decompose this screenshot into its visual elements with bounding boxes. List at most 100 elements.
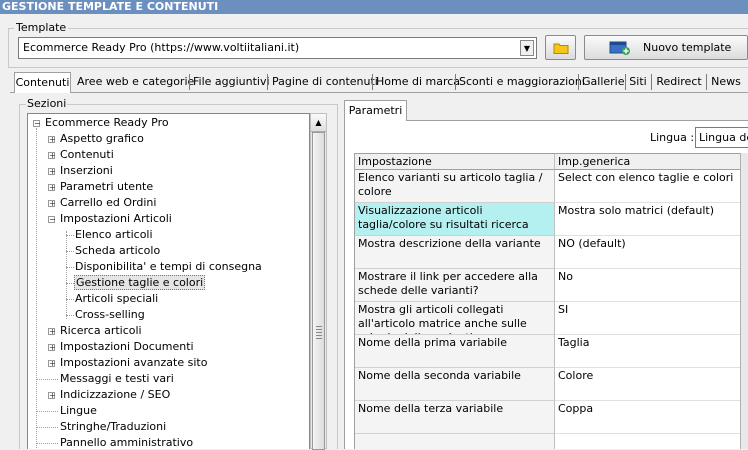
- tab-pagine-contenuti[interactable]: Pagine di contenuti: [272, 72, 378, 92]
- grip-line: [316, 338, 322, 339]
- setting-value[interactable]: Coppa: [555, 401, 748, 434]
- tree-item[interactable]: Impostazioni Documenti: [60, 339, 194, 355]
- folder-icon: [553, 43, 568, 54]
- tree-item[interactable]: Stringhe/Traduzioni: [60, 419, 166, 435]
- tree-line: [66, 235, 74, 236]
- expand-icon[interactable]: +: [48, 184, 56, 192]
- setting-value[interactable]: Colore: [555, 368, 748, 401]
- tab-label: Gallerie: [582, 75, 625, 88]
- tab-news[interactable]: News: [710, 72, 742, 92]
- tab-separator: [625, 74, 626, 90]
- tree-scrollbar[interactable]: ▲: [310, 113, 327, 450]
- tree-item[interactable]: Indicizzazione / SEO: [60, 387, 170, 403]
- tree-item[interactable]: Aspetto grafico: [60, 131, 144, 147]
- tab-label: Siti: [629, 75, 647, 88]
- setting-name[interactable]: Nome della prima variabile: [355, 335, 555, 368]
- expand-icon[interactable]: +: [48, 344, 56, 352]
- tab-parametri[interactable]: Parametri: [344, 100, 407, 121]
- expand-icon[interactable]: +: [48, 168, 56, 176]
- tree-line: [36, 128, 37, 449]
- collapse-icon[interactable]: −: [33, 120, 41, 128]
- tab-contenuti[interactable]: Contenuti: [14, 72, 71, 93]
- tree-item[interactable]: Carrello ed Ordini: [60, 195, 156, 211]
- tab-label: Contenuti: [15, 76, 70, 89]
- scroll-up-icon[interactable]: ▲: [311, 114, 326, 132]
- setting-name[interactable]: Mostra gli articoli collegati all'artico…: [355, 302, 555, 335]
- collapse-icon[interactable]: −: [48, 216, 56, 224]
- tab-home-di-marca[interactable]: Home di marca: [376, 72, 460, 92]
- empty-row: [355, 434, 555, 449]
- expand-icon[interactable]: +: [48, 136, 56, 144]
- tree-item[interactable]: Elenco articoli: [75, 227, 153, 243]
- expand-icon[interactable]: +: [48, 328, 56, 336]
- template-select-value: Ecommerce Ready Pro (https://www.voltiit…: [23, 41, 300, 54]
- tab-label: Sconti e maggiorazioni: [459, 75, 585, 88]
- tree-item[interactable]: Lingue: [60, 403, 97, 419]
- tab-gallerie[interactable]: Gallerie: [582, 72, 625, 92]
- tree-item[interactable]: Inserzioni: [60, 163, 113, 179]
- tree-item[interactable]: Scheda articolo: [75, 243, 160, 259]
- column-header[interactable]: Imp.generica: [555, 154, 748, 170]
- setting-value[interactable]: Select con elenco taglie e colori: [555, 170, 748, 203]
- tab-sconti[interactable]: Sconti e maggiorazioni: [459, 72, 585, 92]
- tab-label: Pagine di contenuti: [272, 75, 378, 88]
- expand-icon[interactable]: +: [48, 200, 56, 208]
- tree-item[interactable]: Pannello amministrativo: [60, 435, 193, 449]
- window-title: GESTIONE TEMPLATE E CONTENUTI: [0, 0, 748, 14]
- setting-name[interactable]: Nome della seconda variabile: [355, 368, 555, 401]
- scrollbar-thumb[interactable]: [312, 132, 325, 450]
- tree-root[interactable]: Ecommerce Ready Pro: [45, 115, 169, 131]
- tab-redirect[interactable]: Redirect: [655, 72, 703, 92]
- tree-item[interactable]: Impostazioni Articoli: [60, 211, 172, 227]
- tab-label: News: [711, 75, 741, 88]
- lingua-select[interactable]: Lingua def: [695, 127, 748, 148]
- lingua-label: Lingua :: [650, 131, 695, 144]
- grip-line: [316, 332, 322, 333]
- tree-item[interactable]: Parametri utente: [60, 179, 153, 195]
- sections-tree[interactable]: − Ecommerce Ready Pro + Aspetto grafico …: [27, 113, 310, 449]
- setting-value[interactable]: SI: [555, 302, 748, 335]
- setting-name[interactable]: Nome della terza variabile: [355, 401, 555, 434]
- grid-scrollbar[interactable]: [740, 153, 748, 449]
- tree-item[interactable]: Cross-selling: [75, 307, 145, 323]
- setting-value[interactable]: NO (default): [555, 236, 748, 269]
- tree-item[interactable]: Messaggi e testi vari: [60, 371, 174, 387]
- setting-name[interactable]: Mostra descrizione della variante: [355, 236, 555, 269]
- tree-item[interactable]: Disponibilita' e tempi di consegna: [75, 259, 262, 275]
- expand-icon[interactable]: +: [48, 360, 56, 368]
- open-folder-button[interactable]: [545, 35, 576, 60]
- tree-item-selected[interactable]: Gestione taglie e colori: [74, 275, 206, 291]
- tree-item[interactable]: Impostazioni avanzate sito: [60, 355, 207, 371]
- lingua-value: Lingua def: [699, 131, 748, 144]
- setting-name[interactable]: Elenco varianti su articolo taglia / col…: [355, 170, 555, 203]
- expand-icon[interactable]: +: [48, 392, 56, 400]
- tab-separator: [651, 74, 652, 90]
- tree-line: [66, 251, 74, 252]
- chevron-down-icon[interactable]: ▼: [520, 40, 534, 56]
- tree-item[interactable]: Ricerca articoli: [60, 323, 142, 339]
- tree-line: [36, 411, 58, 412]
- new-template-button[interactable]: Nuovo template: [584, 35, 748, 60]
- template-select[interactable]: Ecommerce Ready Pro (https://www.voltiit…: [18, 37, 537, 59]
- tree-item[interactable]: Articoli speciali: [75, 291, 158, 307]
- column-header[interactable]: Impostazione: [355, 154, 555, 170]
- new-window-icon: [609, 41, 630, 55]
- tree-line: [66, 267, 74, 268]
- tab-label: Home di marca: [376, 75, 461, 88]
- grip-line: [316, 326, 322, 327]
- tab-file-aggiuntivi[interactable]: File aggiuntivi: [193, 72, 270, 92]
- tab-siti[interactable]: Siti: [628, 72, 648, 92]
- setting-value[interactable]: No: [555, 269, 748, 302]
- setting-name[interactable]: Mostrare il link per accedere alla sched…: [355, 269, 555, 302]
- tab-separator: [372, 74, 373, 90]
- setting-value[interactable]: Mostra solo matrici (default): [555, 203, 748, 236]
- sezioni-label: Sezioni: [26, 97, 68, 110]
- tab-aree-web[interactable]: Aree web e categorie: [77, 72, 194, 92]
- expand-icon[interactable]: +: [48, 152, 56, 160]
- tree-item[interactable]: Contenuti: [60, 147, 114, 163]
- tree-line: [36, 427, 58, 428]
- tab-separator: [189, 74, 190, 90]
- setting-name-selected[interactable]: Visualizzazione articoli taglia/colore s…: [355, 203, 555, 236]
- setting-value[interactable]: Taglia: [555, 335, 748, 368]
- empty-row: [555, 434, 748, 449]
